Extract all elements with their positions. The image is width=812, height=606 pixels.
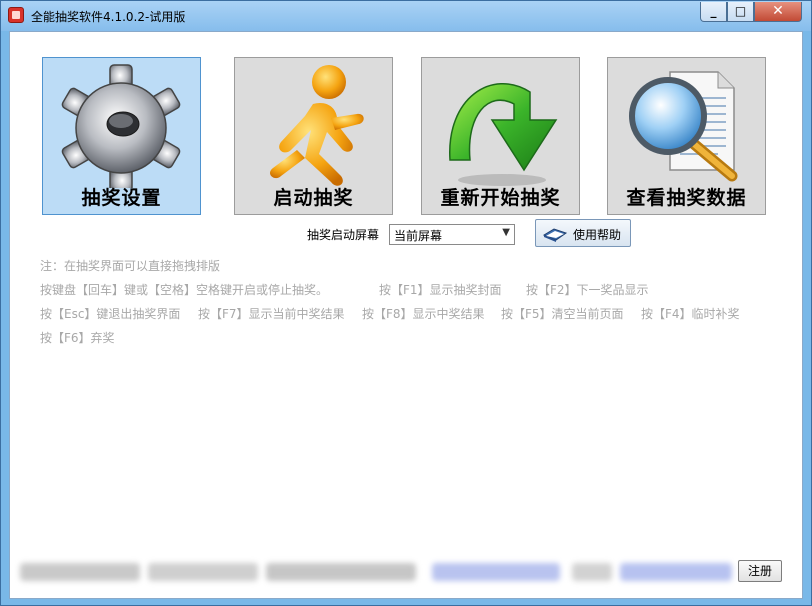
restart-lottery-label: 重新开始抽奖 [440, 187, 561, 209]
close-icon: ✕ [772, 3, 784, 19]
lottery-settings-tile[interactable]: 抽奖设置 [42, 57, 201, 215]
hint-drag-layout: 注：在抽奖界面可以直接拖拽排版 [40, 259, 221, 273]
window-title: 全能抽奖软件4.1.0.2-试用版 [31, 10, 186, 24]
hint-f4: 按【F4】临时补奖 [641, 307, 740, 321]
hint-f6: 按【F6】弃奖 [40, 331, 115, 345]
book-icon [542, 228, 568, 242]
curved-down-arrow-icon [449, 82, 558, 186]
start-lottery-label: 启动抽奖 [273, 187, 354, 209]
view-lottery-data-tile[interactable]: 查看抽奖数据 [607, 57, 766, 215]
start-lottery-tile[interactable]: 启动抽奖 [234, 57, 393, 215]
launch-screen-value: 当前屏幕 [394, 229, 443, 243]
hint-esc: 按【Esc】键退出抽奖界面 [40, 307, 181, 321]
restart-lottery-tile[interactable]: 重新开始抽奖 [421, 57, 580, 215]
close-button[interactable]: ✕ [754, 2, 802, 22]
launch-screen-label: 抽奖启动屏幕 [307, 228, 380, 242]
hint-f8: 按【F8】显示中奖结果 [362, 307, 485, 321]
maximize-button[interactable]: □ [727, 2, 754, 22]
minimize-button[interactable]: _ [700, 2, 727, 22]
lottery-settings-label: 抽奖设置 [81, 187, 162, 209]
hint-f1: 按【F1】显示抽奖封面 [379, 283, 502, 297]
help-button[interactable]: 使用帮助 [535, 219, 631, 247]
app-window: 全能抽奖软件4.1.0.2-试用版 _ □ ✕ 抽奖设置 启动抽奖 重新开始抽奖… [0, 0, 812, 606]
magnifier-document-icon [629, 71, 738, 182]
gear-icon [61, 64, 181, 188]
register-button[interactable]: 注册 [738, 560, 782, 582]
blurred-status-bar [20, 557, 735, 587]
launch-screen-select[interactable]: 当前屏幕 ▼ [389, 224, 515, 245]
app-logo-icon [8, 7, 24, 23]
minimize-icon: _ [710, 4, 717, 18]
maximize-icon: □ [734, 4, 747, 18]
hint-f7: 按【F7】显示当前中奖结果 [198, 307, 345, 321]
hint-f5: 按【F5】清空当前页面 [501, 307, 624, 321]
main-panel: 抽奖设置 启动抽奖 重新开始抽奖 查看抽奖数据 抽奖启动屏幕 当前屏幕 ▼ 使用… [9, 31, 803, 599]
title-bar[interactable]: 全能抽奖软件4.1.0.2-试用版 _ □ ✕ [1, 1, 811, 31]
running-man-icon [270, 65, 364, 186]
help-button-label: 使用帮助 [573, 228, 622, 242]
view-lottery-data-label: 查看抽奖数据 [626, 187, 747, 209]
hint-f2: 按【F2】下一奖品显示 [526, 283, 649, 297]
chevron-down-icon: ▼ [502, 227, 510, 238]
hint-enter-space: 按键盘【回车】键或【空格】空格键开启或停止抽奖。 [40, 283, 329, 297]
